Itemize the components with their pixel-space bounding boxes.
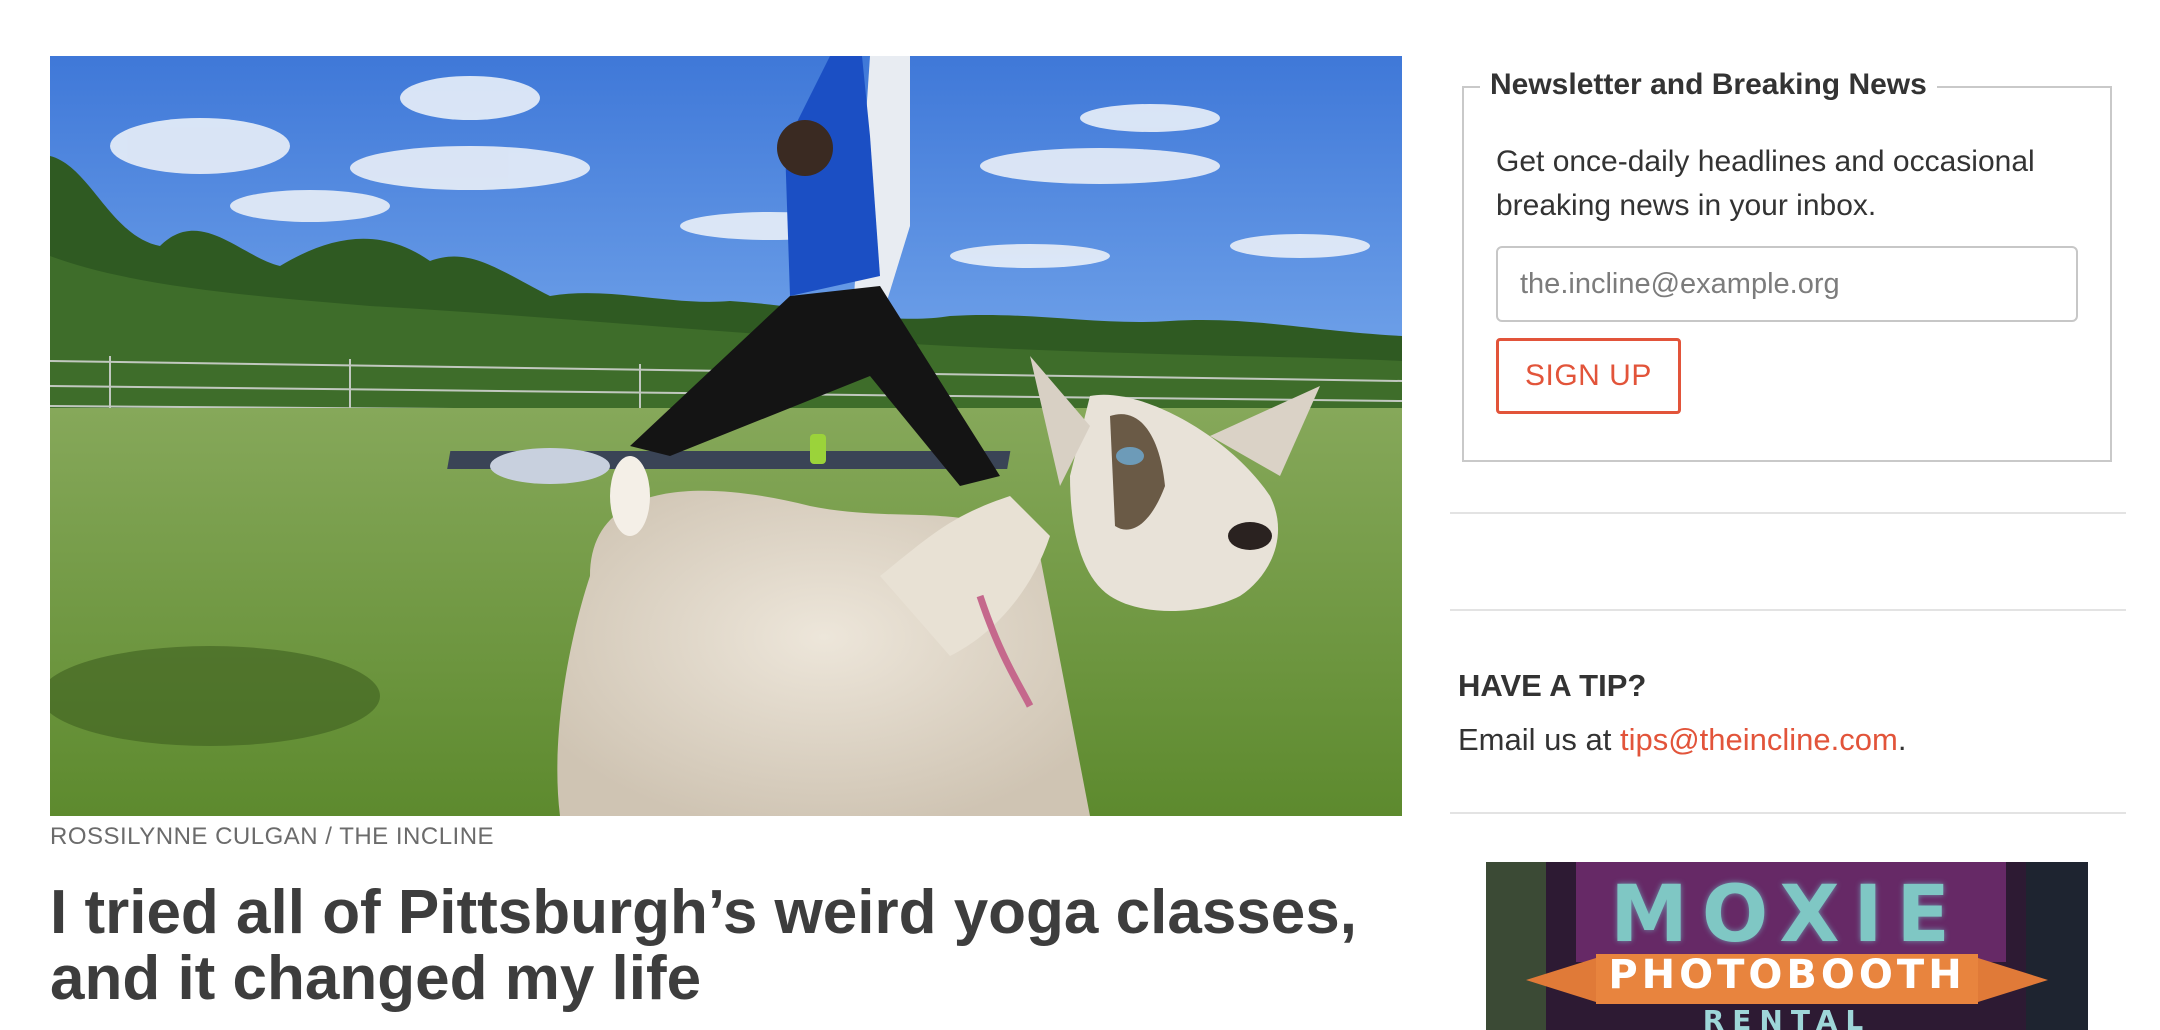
sidebar-divider xyxy=(1450,812,2126,814)
email-input[interactable] xyxy=(1496,246,2078,322)
moxie-photobooth-ad[interactable]: MOXIE PHOTOBOOTH RENTAL xyxy=(1486,862,2088,1030)
sign-up-button[interactable]: SIGN UP xyxy=(1496,338,1681,414)
hero-image xyxy=(50,56,1402,816)
newsletter-description: Get once-daily headlines and occasional … xyxy=(1496,145,2035,222)
sidebar-divider xyxy=(1450,512,2126,514)
tip-suffix: . xyxy=(1897,722,1907,757)
newsletter-title: Newsletter and Breaking News xyxy=(1480,68,1937,102)
ad-moxie-text: MOXIE xyxy=(1610,870,1964,960)
tip-text: Email us at tips@theincline.com. xyxy=(1458,722,1906,758)
tip-heading: HAVE A TIP? xyxy=(1458,668,1647,703)
ad-photobooth-text: PHOTOBOOTH xyxy=(1608,952,1966,998)
ad-rental-text: RENTAL xyxy=(1702,1004,1872,1030)
sidebar-divider xyxy=(1450,609,2126,611)
photo-credit: ROSSILYNNE CULGAN / THE INCLINE xyxy=(50,823,495,850)
article-headline[interactable]: I tried all of Pittsburgh’s weird yoga c… xyxy=(50,880,1402,1012)
goat-yoga-photo xyxy=(50,56,1402,816)
newsletter-box: Newsletter and Breaking News Get once-da… xyxy=(1462,68,2112,462)
tip-prefix: Email us at xyxy=(1458,722,1620,757)
tip-email-link[interactable]: tips@theincline.com xyxy=(1620,722,1898,757)
